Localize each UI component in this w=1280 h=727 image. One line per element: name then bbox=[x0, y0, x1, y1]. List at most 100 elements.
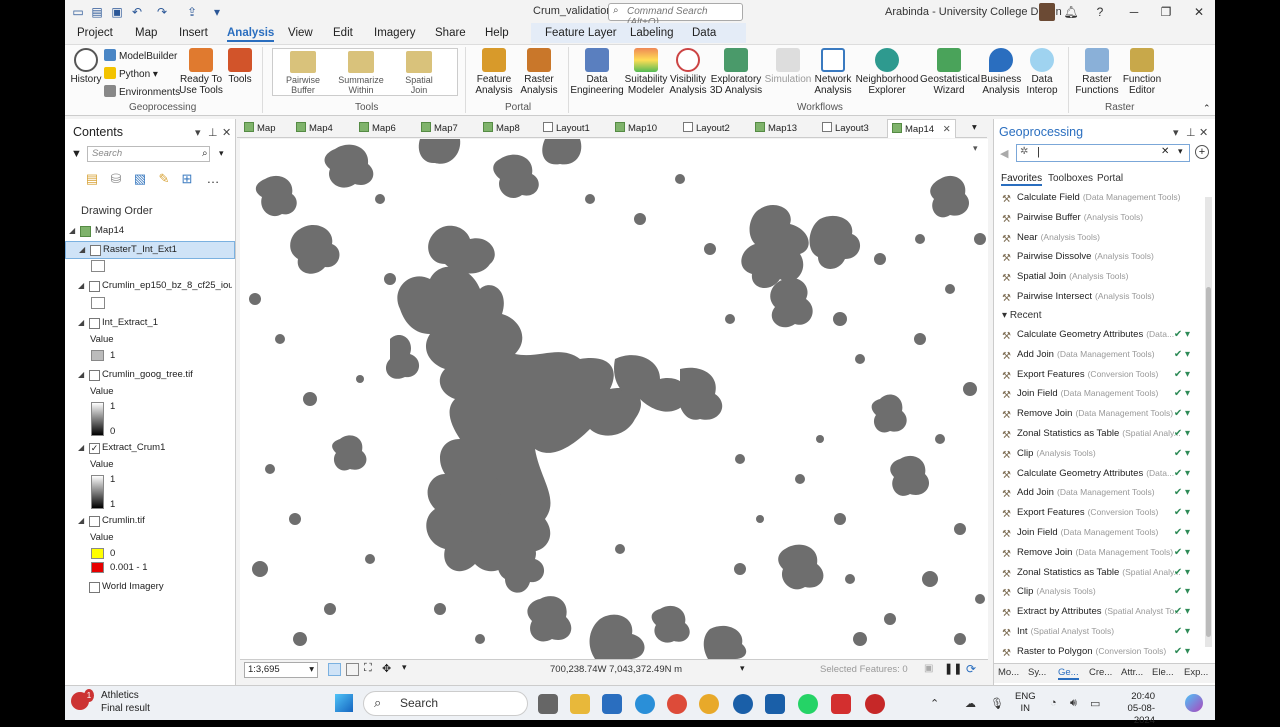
data-engineering-button[interactable]: Data Engineering bbox=[570, 48, 624, 96]
tool-row[interactable]: ⚒ Add Join (Data Management Tools) ✔ ▾ bbox=[1002, 483, 1202, 502]
more-options-icon[interactable]: … bbox=[205, 171, 221, 187]
tool-row[interactable]: ⚒ Extract by Attributes (Spatial Analyst T… bbox=[1002, 602, 1202, 621]
battery-icon[interactable]: ▭ bbox=[1090, 697, 1100, 710]
tab-layout1[interactable]: Layout1 bbox=[543, 122, 590, 134]
table-toggle-icon[interactable] bbox=[346, 663, 359, 676]
suitability-modeler-button[interactable]: Suitability Modeler bbox=[621, 48, 671, 96]
help-icon[interactable]: ? bbox=[1092, 4, 1108, 20]
grid-toggle-icon[interactable] bbox=[328, 663, 341, 676]
save-icon[interactable]: ▣ bbox=[110, 5, 124, 19]
python-button[interactable]: Python ▾ bbox=[104, 67, 158, 80]
layer-checkbox[interactable] bbox=[89, 516, 100, 527]
history-button[interactable]: History bbox=[70, 48, 102, 85]
success-check-icon[interactable]: ✔ ▾ bbox=[1174, 464, 1190, 483]
tool-row[interactable]: ⚒ Pairwise Dissolve (Analysis Tools) bbox=[1002, 247, 1202, 266]
drawing-order-icon[interactable]: ▤ bbox=[84, 171, 100, 187]
filter-icon[interactable]: ▼ bbox=[71, 148, 82, 160]
selection-icon[interactable]: ▧ bbox=[132, 171, 148, 187]
layer-checkbox[interactable] bbox=[89, 281, 100, 292]
language-indicator[interactable]: ENG IN bbox=[1015, 691, 1036, 715]
tab-attributes[interactable]: Attr... bbox=[1121, 667, 1143, 678]
snapping-icon[interactable]: ⊞ bbox=[179, 171, 195, 187]
tab-share[interactable]: Share bbox=[435, 27, 466, 39]
scrollbar-thumb[interactable] bbox=[1206, 287, 1211, 637]
tool-row[interactable]: ⚒ Near (Analysis Tools) bbox=[1002, 228, 1202, 247]
function-editor-button[interactable]: Function Editor bbox=[1117, 48, 1167, 96]
contents-search-input[interactable]: Search bbox=[87, 146, 210, 162]
success-check-icon[interactable]: ✔ ▾ bbox=[1174, 365, 1190, 384]
whatsapp-icon[interactable] bbox=[798, 694, 818, 714]
spatial-join-button[interactable]: Spatial Join bbox=[393, 51, 445, 95]
open-folder-icon[interactable]: ▤ bbox=[90, 5, 104, 19]
tool-row[interactable]: ⚒ Raster to Polygon (Conversion Tools) ✔ ▾ bbox=[1002, 642, 1202, 661]
raster-functions-button[interactable]: Raster Functions bbox=[1072, 48, 1122, 96]
tab-analysis[interactable]: Analysis bbox=[227, 27, 275, 42]
restore-icon[interactable]: ❐ bbox=[1158, 4, 1174, 20]
acrobat-icon[interactable] bbox=[831, 694, 851, 714]
layer-raster-t-int-ext1[interactable]: ◢ RasterT_Int_Ext1 bbox=[65, 241, 235, 259]
tab-insert[interactable]: Insert bbox=[179, 27, 208, 39]
minimize-icon[interactable]: ─ bbox=[1126, 4, 1142, 20]
task-view-icon[interactable] bbox=[538, 694, 558, 714]
tab-data[interactable]: Data bbox=[692, 27, 716, 39]
modelbuilder-button[interactable]: ModelBuilder bbox=[104, 49, 177, 62]
tab-geoprocessing[interactable]: Ge... bbox=[1058, 667, 1079, 680]
wifi-icon[interactable]: ◔ bbox=[1050, 697, 1057, 709]
pane-options-icon[interactable]: ▾ bbox=[1173, 126, 1179, 139]
success-check-icon[interactable]: ✔ ▾ bbox=[1174, 602, 1190, 621]
coordinate-units-chevron-icon[interactable]: ▾ bbox=[740, 663, 745, 674]
tab-project[interactable]: Project bbox=[77, 27, 113, 39]
new-project-icon[interactable]: ▭ bbox=[71, 5, 85, 19]
success-check-icon[interactable]: ✔ ▾ bbox=[1174, 404, 1190, 423]
tool-row[interactable]: ⚒ Remove Join (Data Management Tools) ✔ ▾ bbox=[1002, 404, 1202, 423]
collapse-ribbon-icon[interactable]: ⌃ bbox=[1203, 103, 1211, 114]
network-analysis-button[interactable]: Network Analysis bbox=[809, 48, 857, 96]
tool-row[interactable]: ⚒ Calculate Geometry Attributes (Data... ✔ … bbox=[1002, 464, 1202, 483]
tab-favorites[interactable]: Favorites bbox=[1001, 173, 1043, 186]
refresh-icon[interactable]: ⟳ bbox=[966, 662, 976, 676]
geostatistical-wizard-button[interactable]: Geostatistical Wizard bbox=[920, 48, 980, 96]
tool-row[interactable]: ⚒ Zonal Statistics as Table (Spatial Analy… bbox=[1002, 424, 1202, 443]
taskbar-search[interactable]: ⌕ Search bbox=[363, 691, 528, 716]
ready-to-use-tools-button[interactable]: Ready To Use Tools bbox=[177, 48, 225, 96]
tab-feature-layer[interactable]: Feature Layer bbox=[545, 27, 617, 39]
tool-row[interactable]: ⚒ Add Join (Data Management Tools) ✔ ▾ bbox=[1002, 345, 1202, 364]
avatar[interactable] bbox=[1039, 3, 1055, 21]
notifications-bell-icon[interactable]: 🔔︎ bbox=[1063, 4, 1079, 20]
success-check-icon[interactable]: ✔ ▾ bbox=[1174, 424, 1190, 443]
tab-create[interactable]: Cre... bbox=[1089, 667, 1112, 678]
user-name[interactable]: Arabinda - University College Dublin bbox=[885, 6, 1062, 18]
tab-labeling[interactable]: Labeling bbox=[630, 27, 673, 39]
success-check-icon[interactable]: ✔ ▾ bbox=[1174, 444, 1190, 463]
summarize-within-button[interactable]: Summarize Within bbox=[335, 51, 387, 95]
map-scroll-chevron-icon[interactable]: ▾ bbox=[973, 143, 978, 154]
tools-button[interactable]: Tools bbox=[225, 48, 255, 85]
close-icon[interactable]: ✕ bbox=[1191, 4, 1207, 20]
clear-search-icon[interactable]: ✕ bbox=[1161, 146, 1169, 157]
scale-selector[interactable]: 1:3,695 ▾ bbox=[244, 662, 318, 678]
back-icon[interactable]: ◀ bbox=[1000, 147, 1008, 160]
share-icon[interactable]: ⇪ bbox=[185, 5, 199, 19]
data-interop-button[interactable]: Data Interop bbox=[1020, 48, 1064, 96]
success-check-icon[interactable]: ✔ ▾ bbox=[1174, 642, 1190, 661]
chrome-canary-icon[interactable] bbox=[699, 694, 719, 714]
tool-row[interactable]: ⚒ Pairwise Buffer (Analysis Tools) bbox=[1002, 208, 1202, 227]
tab-layout3[interactable]: Layout3 bbox=[822, 122, 869, 134]
undo-icon[interactable]: ↶ bbox=[130, 5, 144, 19]
collapse-icon[interactable]: ◢ bbox=[78, 513, 84, 529]
search-icon[interactable]: ⌕ bbox=[202, 148, 208, 159]
collapse-icon[interactable]: ◢ bbox=[78, 278, 84, 294]
tab-map[interactable]: Map bbox=[135, 27, 157, 39]
show-hidden-icons-icon[interactable]: ⌃ bbox=[930, 697, 939, 710]
arcgis-pro-icon[interactable] bbox=[733, 694, 753, 714]
layer-crumlin-goog-tree[interactable]: ◢ Crumlin_goog_tree.tif bbox=[65, 367, 235, 385]
tool-row[interactable]: ⚒ Calculate Geometry Attributes (Data... ✔ … bbox=[1002, 325, 1202, 344]
tab-toolboxes[interactable]: Toolboxes bbox=[1048, 173, 1093, 184]
chrome-icon[interactable] bbox=[667, 694, 687, 714]
collapse-icon[interactable]: ◢ bbox=[69, 223, 75, 239]
success-check-icon[interactable]: ✔ ▾ bbox=[1174, 503, 1190, 522]
success-check-icon[interactable]: ✔ ▾ bbox=[1174, 483, 1190, 502]
layer-world-imagery[interactable]: World Imagery bbox=[65, 579, 235, 597]
success-check-icon[interactable]: ✔ ▾ bbox=[1174, 543, 1190, 562]
tab-imagery[interactable]: Imagery bbox=[374, 27, 416, 39]
